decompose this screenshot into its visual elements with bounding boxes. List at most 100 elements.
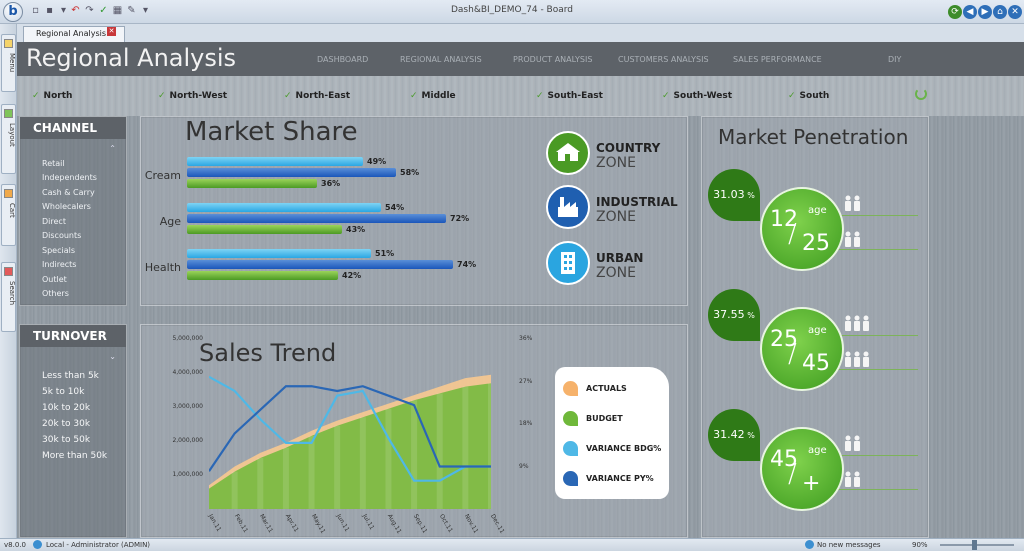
sidebar-tab-layout[interactable]: Layout: [1, 104, 16, 174]
turnover-item[interactable]: 30k to 50k: [42, 435, 90, 445]
messages-label[interactable]: No new messages: [817, 541, 881, 549]
channel-panel: CHANNEL ⌃ Retail Independents Cash & Car…: [19, 116, 127, 306]
nav-diy[interactable]: DIY: [888, 55, 901, 64]
y-tick-label: 1,000,000: [172, 471, 203, 478]
channel-item-direct[interactable]: Direct: [42, 217, 66, 226]
market-share-bar[interactable]: [187, 214, 446, 223]
budget-column: [488, 383, 491, 509]
region-north-east[interactable]: ✓ North-East: [284, 91, 350, 101]
y2-tick-label: 27%: [519, 377, 533, 385]
y-tick-label: 3,000,000: [172, 403, 203, 410]
factory-icon[interactable]: [546, 185, 590, 229]
person-head: [854, 351, 860, 357]
nav-product-analysis[interactable]: PRODUCT ANALYSIS: [513, 55, 592, 64]
region-north-west[interactable]: ✓ North-West: [158, 91, 227, 101]
channel-item-specials[interactable]: Specials: [42, 246, 75, 255]
market-share-bar[interactable]: [187, 168, 396, 177]
age-range-badge: 25/45 age: [760, 307, 844, 391]
house-icon[interactable]: [546, 131, 590, 175]
market-share-row-label: Health: [144, 261, 181, 274]
refresh-icon[interactable]: [915, 88, 927, 100]
close-window-icon[interactable]: ✕: [1008, 5, 1022, 19]
market-share-bar[interactable]: [187, 225, 342, 234]
zoom-slider[interactable]: [940, 544, 1014, 546]
channel-item-wholecalers[interactable]: Wholecalers: [42, 202, 91, 211]
market-penetration-panel: Market Penetration 31.03 % 12/25 age 37.55 …: [701, 116, 929, 538]
channel-item-indirects[interactable]: Indirects: [42, 260, 76, 269]
region-middle[interactable]: ✓ Middle: [410, 91, 456, 101]
check-icon: ✓: [410, 91, 418, 101]
market-share-bar[interactable]: [187, 271, 338, 280]
market-share-bar[interactable]: [187, 157, 363, 166]
y2-tick-label: 9%: [519, 462, 529, 470]
age-range-badge: 12/25 age: [760, 187, 844, 271]
collapse-icon[interactable]: ⌄: [109, 352, 116, 361]
market-share-panel: Market Share Cream 49% 58% 36% Age 54% 72% 43% H…: [140, 116, 688, 306]
y-tick-label: 5,000,000: [172, 335, 203, 342]
home-icon[interactable]: ⌂: [993, 5, 1007, 19]
person-head: [863, 315, 869, 321]
channel-item-independents[interactable]: Independents: [42, 173, 97, 182]
turnover-item[interactable]: More than 50k: [42, 451, 107, 461]
channel-item-outlet[interactable]: Outlet: [42, 275, 67, 284]
penetration-item[interactable]: 31.03 % 12/25 age: [702, 169, 930, 279]
nav-dashboard[interactable]: DASHBOARD: [317, 55, 368, 64]
x-tick-label: Oct.11: [437, 513, 454, 534]
zone-country[interactable]: COUNTRY ZONE: [596, 141, 660, 171]
penetration-percent: 37.55 %: [708, 289, 760, 341]
region-south-west[interactable]: ✓ South-West: [662, 91, 732, 101]
turnover-item[interactable]: 20k to 30k: [42, 419, 90, 429]
channel-item-cash-carry[interactable]: Cash & Carry: [42, 188, 95, 197]
region-south-east[interactable]: ✓ South-East: [536, 91, 603, 101]
tab-close-icon[interactable]: ✕: [107, 27, 116, 36]
market-share-bar[interactable]: [187, 179, 317, 188]
person-icon: [845, 435, 851, 451]
user-label: Local - Administrator (ADMIN): [46, 541, 151, 549]
market-share-row-label: Age: [159, 215, 181, 228]
building-icon[interactable]: [546, 241, 590, 285]
person-body: [845, 321, 851, 331]
market-share-bar[interactable]: [187, 203, 381, 212]
legend-label: VARIANCE PY%: [586, 474, 654, 483]
person-head: [845, 471, 851, 477]
sales-trend-chart[interactable]: [209, 339, 491, 509]
forward-icon[interactable]: ▶: [978, 5, 992, 19]
channel-item-retail[interactable]: Retail: [42, 159, 65, 168]
refresh-window-icon[interactable]: ⟳: [948, 5, 962, 19]
nav-customers-analysis[interactable]: CUSTOMERS ANALYSIS: [618, 55, 709, 64]
status-bar: v8.0.0 Local - Administrator (ADMIN) No …: [0, 538, 1024, 551]
back-icon[interactable]: ◀: [963, 5, 977, 19]
dashboard-header: Regional Analysis DASHBOARD REGIONAL ANA…: [17, 42, 1024, 76]
y2-tick-label: 18%: [519, 420, 533, 427]
check-icon: ✓: [32, 91, 40, 101]
sidebar-tab-cart[interactable]: Cart: [1, 184, 16, 246]
region-south[interactable]: ✓ South: [788, 91, 829, 101]
market-share-bar[interactable]: [187, 249, 371, 258]
person-icon: [854, 435, 860, 451]
sidebar-tab-menu[interactable]: Menu: [1, 34, 16, 92]
zone-industrial[interactable]: INDUSTRIAL ZONE: [596, 195, 678, 225]
channel-item-others[interactable]: Others: [42, 289, 69, 298]
penetration-item[interactable]: 37.55 % 25/45 age: [702, 289, 930, 399]
market-share-bar[interactable]: [187, 260, 453, 269]
nav-regional-analysis[interactable]: REGIONAL ANALYSIS: [400, 55, 482, 64]
x-tick-label: Nov.11: [463, 513, 480, 535]
penetration-item[interactable]: 31.42 % 45/+ age: [702, 409, 930, 519]
x-tick-label: Mar.11: [258, 513, 275, 535]
search-icon: [4, 267, 13, 276]
penetration-percent-sign: %: [744, 431, 755, 440]
turnover-item[interactable]: 5k to 10k: [42, 387, 84, 397]
zone-urban[interactable]: URBAN ZONE: [596, 251, 643, 281]
turnover-item[interactable]: Less than 5k: [42, 371, 99, 381]
zoom-slider-handle[interactable]: [972, 540, 977, 550]
x-tick-label: May.11: [309, 513, 327, 535]
channel-item-discounts[interactable]: Discounts: [42, 231, 81, 240]
sidebar-tab-search[interactable]: Search: [1, 262, 16, 332]
person-head: [845, 351, 851, 357]
legend-label: BUDGET: [586, 414, 623, 423]
person-body: [863, 321, 869, 331]
expand-icon[interactable]: ⌃: [109, 144, 116, 153]
region-north[interactable]: ✓ North: [32, 91, 72, 101]
turnover-item[interactable]: 10k to 20k: [42, 403, 90, 413]
nav-sales-performance[interactable]: SALES PERFORMANCE: [733, 55, 822, 64]
